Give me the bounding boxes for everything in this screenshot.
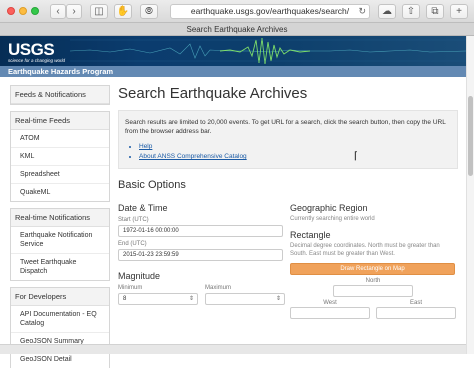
options-columns: Date & Time Start (UTC) 1972-01-16 00:00… <box>118 195 458 325</box>
chevron-right-icon: › <box>72 6 76 17</box>
page-title: Search Earthquake Archives <box>118 85 308 102</box>
zoom-window-button[interactable] <box>31 7 39 15</box>
sidebar-item-kml[interactable]: KML <box>11 148 109 166</box>
back-button[interactable]: ‹ <box>50 4 66 19</box>
north-label: North <box>365 278 381 284</box>
right-column: Geographic Region Currently searching en… <box>290 195 456 319</box>
draw-rectangle-button[interactable]: Draw Rectangle on Map <box>290 263 455 275</box>
sidebar-item-spreadsheet[interactable]: Spreadsheet <box>11 166 109 184</box>
seismogram-graphic <box>70 37 466 65</box>
magnitude-max-col: Maximum ⇕ <box>205 281 285 305</box>
section-heading: Basic Options <box>118 179 186 191</box>
mouse-cursor-icon: ⌈ <box>354 151 358 162</box>
sidebar-group-feeds: Feeds & Notifications <box>10 85 110 105</box>
min-magnitude-value: 8 <box>123 296 127 302</box>
max-magnitude-select[interactable]: ⇕ <box>205 293 285 305</box>
info-box: Search results are limited to 20,000 eve… <box>118 110 458 169</box>
end-label: End (UTC) <box>118 241 147 247</box>
minimize-window-button[interactable] <box>19 7 27 15</box>
min-magnitude-label: Minimum <box>118 285 143 291</box>
max-magnitude-label: Maximum <box>205 285 232 291</box>
window-bottom-bar <box>0 344 466 354</box>
url-text: earthquake.usgs.gov/earthquakes/search/ <box>190 6 350 16</box>
geo-heading: Geographic Region <box>290 203 368 213</box>
sidebar-item-atom[interactable]: ATOM <box>11 130 109 148</box>
rectangle-heading: Rectangle <box>290 230 331 240</box>
sidebar-item-quakeml[interactable]: QuakeML <box>11 184 109 201</box>
sidebar-icon: ◫ <box>94 6 104 17</box>
north-input[interactable] <box>333 285 413 297</box>
min-magnitude-select[interactable]: 8 ⇕ <box>118 293 198 305</box>
chevron-left-icon: ‹ <box>56 6 60 17</box>
sidebar-item-tweet-dispatch[interactable]: Tweet Earthquake Dispatch <box>11 254 109 280</box>
sidebar-group-developers: For Developers API Documentation - EQ Ca… <box>10 287 110 368</box>
icloud-button[interactable]: ☁ <box>378 4 396 19</box>
rectangle-note: Decimal degree coordinates. North must b… <box>290 243 440 257</box>
extension-button[interactable]: ⦾ <box>140 4 158 19</box>
stepper-icon: ⇕ <box>275 296 281 302</box>
sidebar-toggle-button[interactable]: ◫ <box>90 4 108 19</box>
tabs-icon: ⧉ <box>431 6 439 17</box>
sidebar-group-realtime-feeds: Real-time Feeds ATOM KML Spreadsheet Qua… <box>10 111 110 202</box>
east-input[interactable] <box>376 307 456 319</box>
share-button[interactable]: ⇧ <box>402 4 420 19</box>
help-link[interactable]: Help <box>139 142 451 152</box>
address-bar[interactable]: earthquake.usgs.gov/earthquakes/search/ … <box>170 4 370 19</box>
hand-icon: ✋ <box>116 6 130 17</box>
scrollbar-thumb[interactable] <box>468 96 473 176</box>
west-label: West <box>323 300 337 306</box>
main-content: Search Earthquake Archives Search result… <box>118 85 458 325</box>
tab-title[interactable]: Search Earthquake Archives <box>0 23 474 36</box>
share-icon: ⇧ <box>406 6 416 17</box>
sidebar: Feeds & Notifications Real-time Feeds AT… <box>10 85 110 368</box>
site-header: USGS science for a changing world <box>0 36 466 66</box>
geo-status: Currently searching entire world <box>290 216 375 222</box>
start-label: Start (UTC) <box>118 217 149 223</box>
west-east-labels: West East <box>290 300 456 306</box>
program-banner[interactable]: Earthquake Hazards Program <box>0 66 466 77</box>
left-column: Date & Time Start (UTC) 1972-01-16 00:00… <box>118 195 285 305</box>
stepper-icon: ⇕ <box>188 296 194 302</box>
sidebar-heading[interactable]: Real-time Feeds <box>11 112 109 130</box>
sidebar-group-realtime-notifications: Real-time Notifications Earthquake Notif… <box>10 208 110 281</box>
datetime-heading: Date & Time <box>118 203 168 213</box>
logo-tagline: science for a changing world <box>8 58 66 63</box>
cloud-icon: ☁ <box>382 6 392 17</box>
sidebar-heading[interactable]: For Developers <box>11 288 109 306</box>
info-text: Search results are limited to 20,000 eve… <box>125 119 446 135</box>
close-window-button[interactable] <box>7 7 15 15</box>
logo-text: USGS <box>8 40 55 59</box>
plus-icon: + <box>456 6 462 17</box>
compass-icon: ⦾ <box>145 6 153 17</box>
sidebar-item-feeds-notifications[interactable]: Feeds & Notifications <box>11 86 109 104</box>
forward-button[interactable]: › <box>66 4 82 19</box>
vertical-scrollbar[interactable] <box>466 36 474 354</box>
sidebar-heading[interactable]: Real-time Notifications <box>11 209 109 227</box>
info-links: Help About ANSS Comprehensive Catalog <box>139 142 451 162</box>
magnitude-min-col: Minimum 8 ⇕ <box>118 281 198 305</box>
reload-icon[interactable]: ↻ <box>358 5 366 18</box>
usgs-logo[interactable]: USGS science for a changing world <box>8 40 65 63</box>
privacy-button[interactable]: ✋ <box>114 4 132 19</box>
west-east-inputs <box>290 307 456 319</box>
sidebar-item-api-docs[interactable]: API Documentation - EQ Catalog <box>11 306 109 333</box>
sidebar-item-notification-service[interactable]: Earthquake Notification Service <box>11 227 109 254</box>
about-catalog-link[interactable]: About ANSS Comprehensive Catalog <box>139 152 451 162</box>
end-time-input[interactable]: 2015-01-23 23:59:59 <box>118 249 283 261</box>
east-label: East <box>409 300 422 306</box>
new-tab-button[interactable]: + <box>450 4 468 19</box>
start-time-input[interactable]: 1972-01-16 00:00:00 <box>118 225 283 237</box>
magnitude-heading: Magnitude <box>118 271 161 281</box>
browser-toolbar: ‹ › ◫ ✋ ⦾ earthquake.usgs.gov/earthquake… <box>0 0 474 23</box>
tabs-overview-button[interactable]: ⧉ <box>426 4 444 19</box>
magnitude-row: Minimum 8 ⇕ Maximum ⇕ <box>118 281 285 305</box>
west-input[interactable] <box>290 307 370 319</box>
